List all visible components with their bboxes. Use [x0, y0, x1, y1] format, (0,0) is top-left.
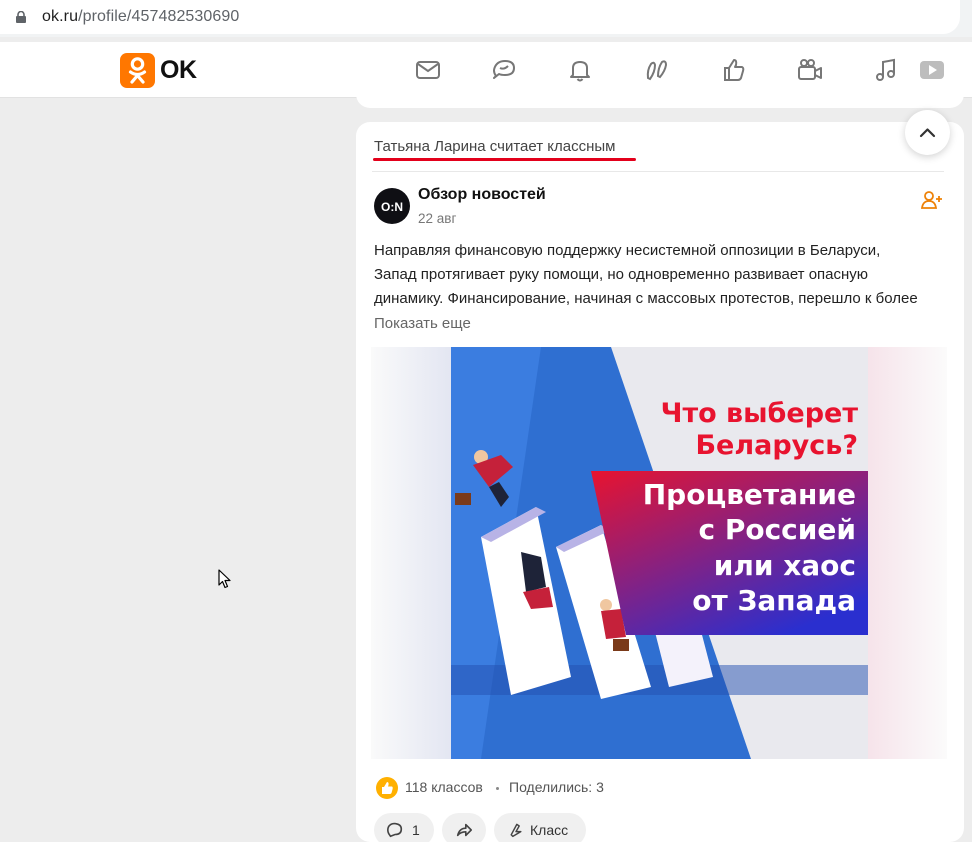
music-icon[interactable] — [872, 56, 900, 84]
image-banner-2: с Россией — [698, 513, 856, 546]
avatar-text: O:N — [381, 200, 403, 214]
image-banner-3: или хаос — [714, 549, 856, 582]
bell-icon[interactable] — [566, 56, 594, 84]
shares-count[interactable]: Поделились: 3 — [509, 779, 604, 795]
liked-by-text[interactable]: Татьяна Ларина считает классным — [374, 138, 615, 155]
image-banner-4: от Запада — [692, 584, 856, 617]
class-label: Класс — [530, 822, 569, 838]
ok-logo[interactable] — [120, 53, 155, 88]
share-icon — [456, 823, 473, 837]
post-text-line: Запад протягивает руку помощи, но одновр… — [374, 266, 869, 283]
url-path: /profile/457482530690 — [78, 8, 240, 25]
lock-icon — [16, 11, 26, 23]
comment-icon — [386, 822, 403, 838]
url-domain: ok.ru — [42, 8, 79, 25]
post-image[interactable]: Что выберет Беларусь? Процветание с Росс… — [371, 347, 947, 759]
class-like-button[interactable]: Класс — [494, 813, 586, 842]
like-badge-icon — [376, 777, 398, 799]
mail-icon[interactable] — [414, 56, 442, 84]
post-text: Направляя финансовую поддержку несистемн… — [374, 239, 954, 311]
ok-logo-icon — [128, 57, 147, 84]
post-date[interactable]: 22 авг — [418, 211, 456, 226]
feed-post-card: Татьяна Ларина считает классным O:N Обзо… — [356, 122, 964, 842]
classes-count[interactable]: 118 классов — [405, 779, 483, 795]
image-headline-1: Что выберет — [661, 398, 859, 429]
post-text-line: Направляя финансовую поддержку несистемн… — [374, 242, 881, 259]
guests-icon[interactable] — [643, 56, 671, 84]
red-underline-annotation — [373, 158, 636, 161]
url-field[interactable]: ok.ru/profile/457482530690 — [0, 0, 960, 34]
mouse-cursor-icon — [218, 569, 231, 589]
image-blur-right — [867, 347, 947, 759]
author-avatar[interactable]: O:N — [374, 188, 410, 224]
browser-address-bar: ok.ru/profile/457482530690 — [0, 0, 972, 37]
chat-icon[interactable] — [490, 56, 518, 84]
post-text-line: динамику. Финансирование, начиная с масс… — [374, 290, 918, 307]
share-button[interactable] — [442, 813, 486, 842]
logo-text[interactable]: OK — [160, 56, 197, 85]
comment-button[interactable]: 1 — [374, 813, 434, 842]
divider — [372, 171, 944, 172]
previous-feed-card — [356, 82, 964, 108]
chevron-up-icon — [919, 128, 936, 138]
video-icon[interactable] — [918, 56, 946, 84]
separator-dot — [496, 787, 499, 790]
scroll-to-top-button[interactable] — [905, 110, 950, 155]
video-camera-icon[interactable] — [796, 56, 824, 84]
show-more-link[interactable]: Показать еще — [374, 315, 471, 332]
like-icon — [510, 823, 522, 838]
post-illustration: Что выберет Беларусь? Процветание с Росс… — [451, 347, 868, 759]
author-name[interactable]: Обзор новостей — [418, 186, 546, 204]
comment-count: 1 — [412, 822, 420, 838]
likes-icon[interactable] — [720, 56, 748, 84]
add-friend-icon[interactable] — [921, 190, 943, 210]
image-banner-1: Процветание — [643, 478, 856, 511]
image-blur-left — [371, 347, 451, 759]
url-text: ok.ru/profile/457482530690 — [42, 8, 239, 26]
image-headline-2: Беларусь? — [695, 430, 858, 461]
